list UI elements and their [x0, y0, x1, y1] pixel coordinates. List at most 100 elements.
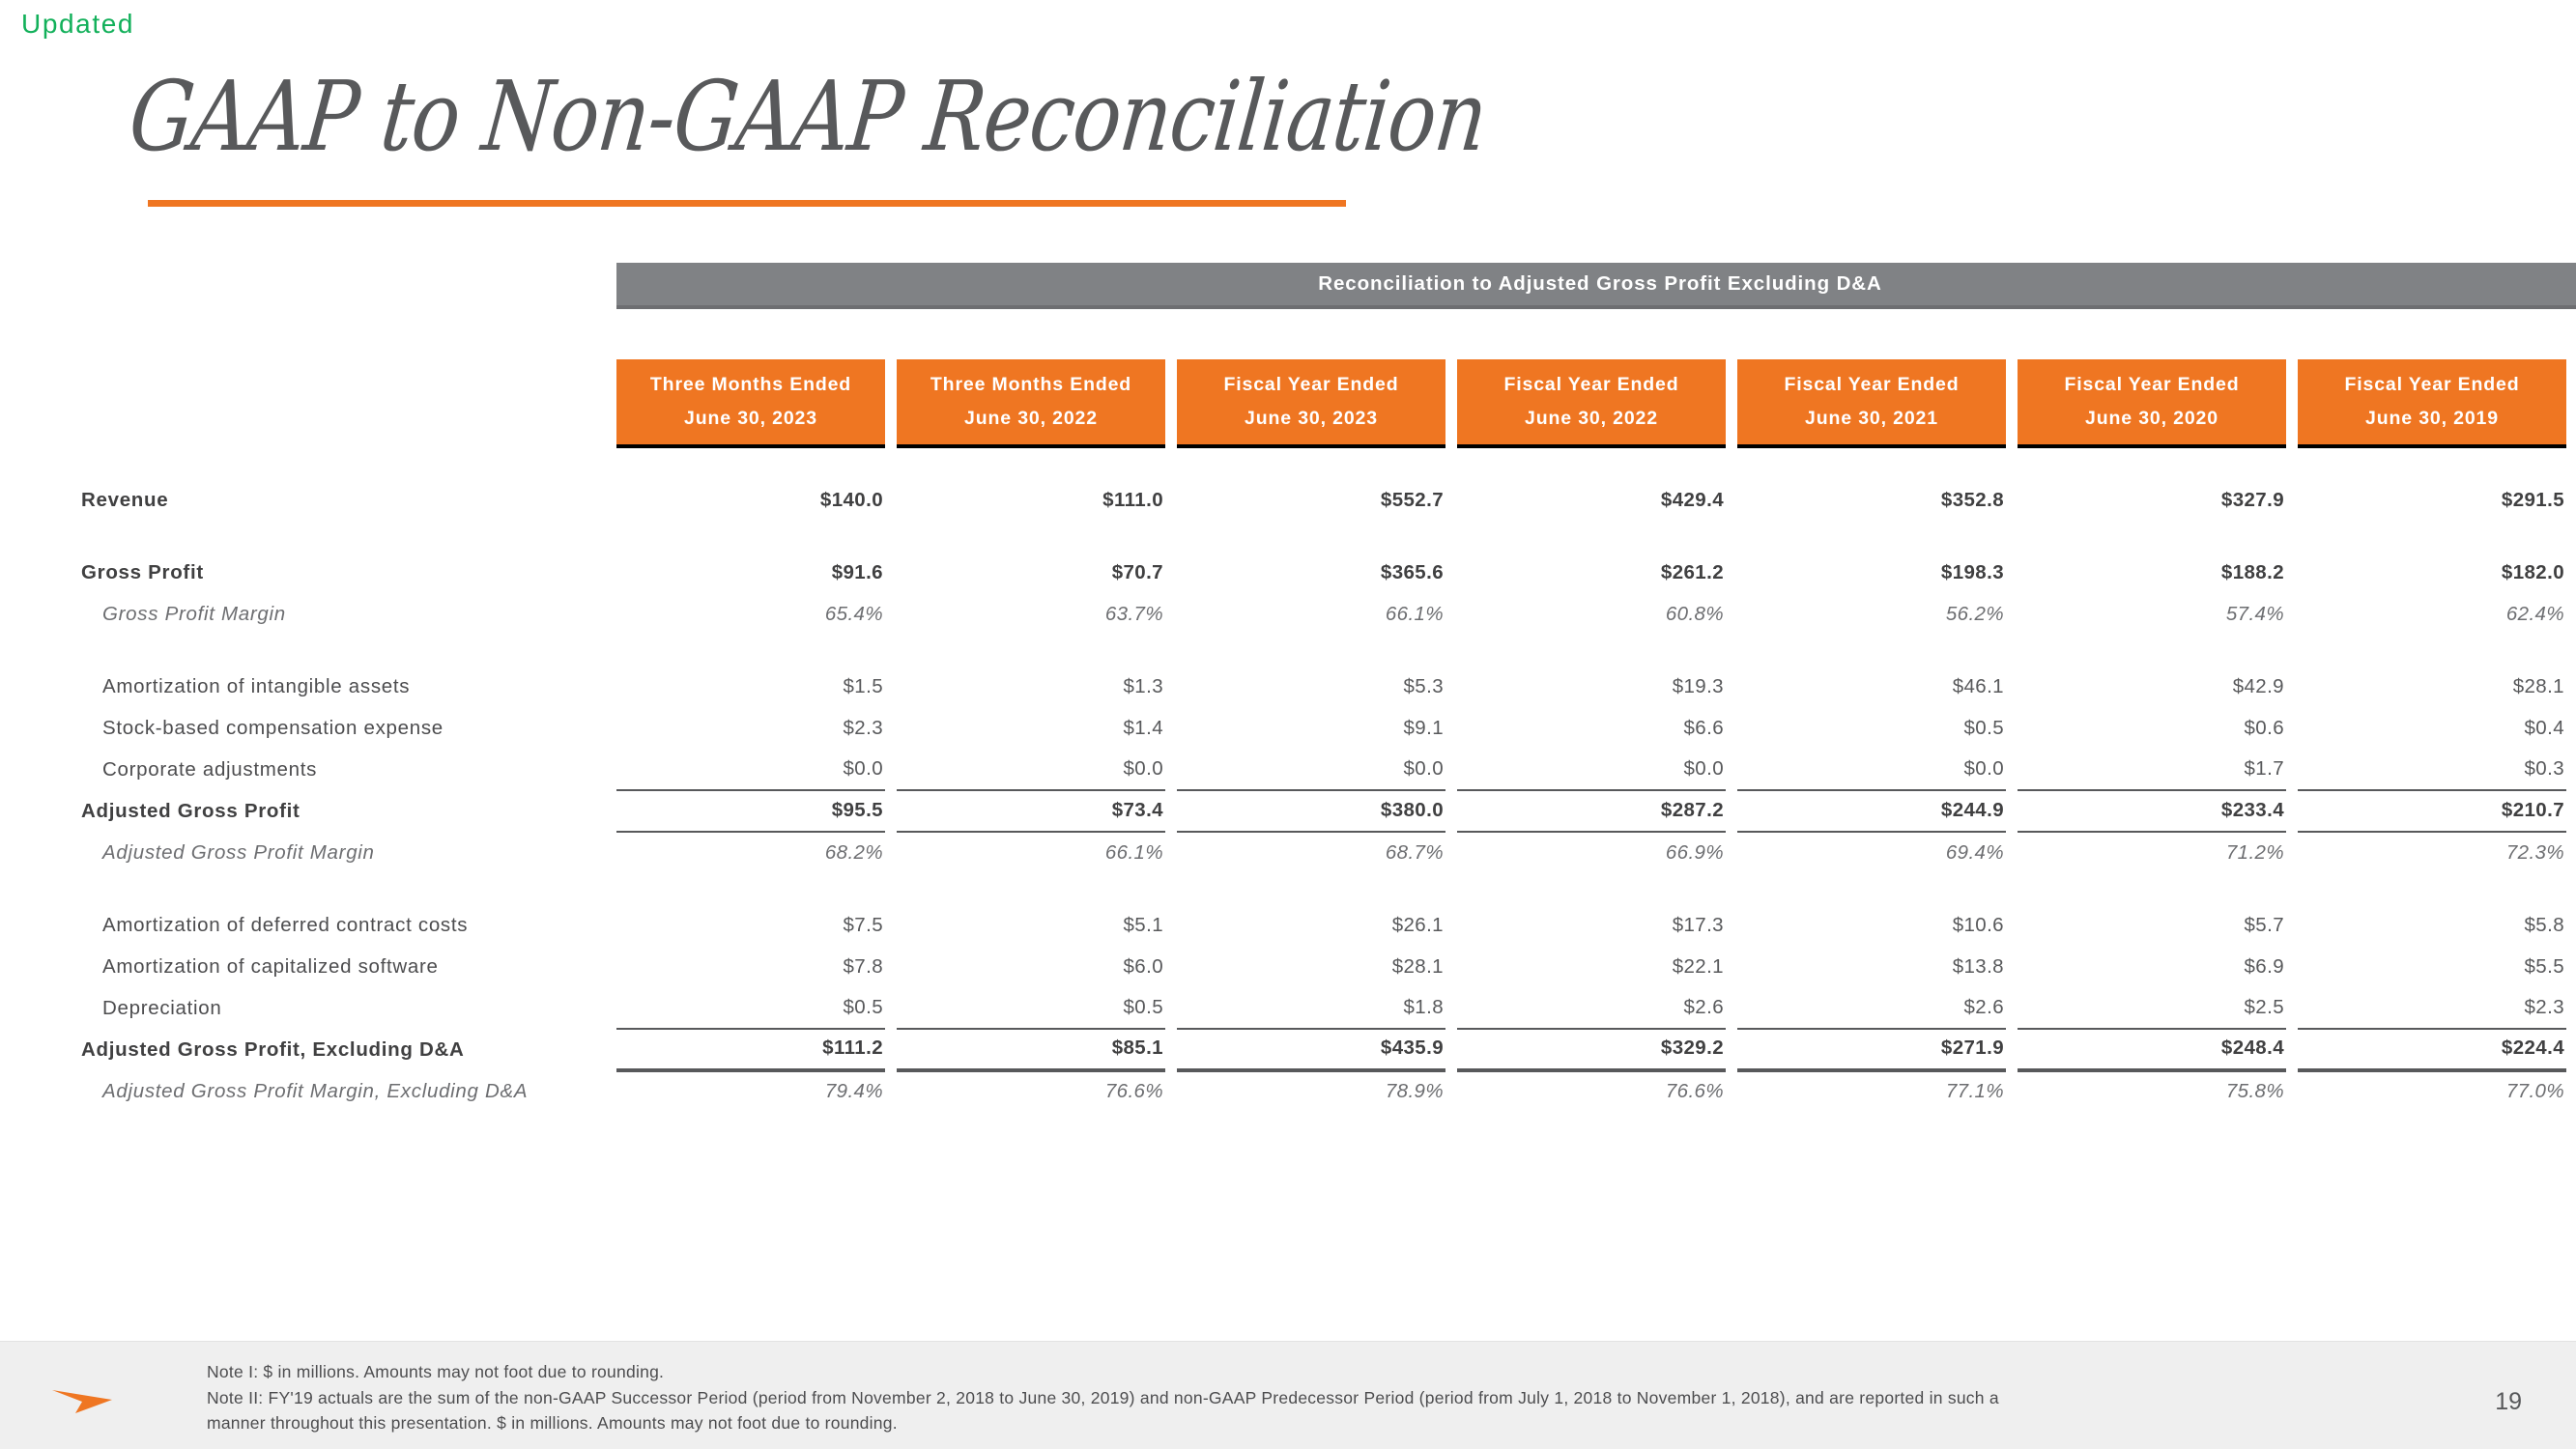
row-value: $7.8: [843, 955, 883, 978]
row-value: 66.9%: [1665, 841, 1724, 864]
row-value: $70.7: [1111, 561, 1163, 583]
row-value: $210.7: [2298, 789, 2566, 833]
table-body: Revenue $140.0 $111.0 $552.7 $429.4 $352…: [81, 479, 2576, 1112]
row-value: 68.7%: [1385, 841, 1444, 864]
reconciliation-table: Reconciliation to Adjusted Gross Profit …: [81, 263, 2576, 1112]
column-header-period: Three Months Ended: [930, 373, 1132, 395]
row-value: $0.0: [897, 748, 1165, 791]
column-header-date: June 30, 2021: [1805, 408, 1938, 429]
row-value: 72.3%: [2505, 841, 2564, 864]
row-label: Gross Profit Margin: [102, 602, 286, 625]
row-value: $435.9: [1177, 1027, 1445, 1072]
table-row-adjusted-gross-profit-excluding-da: Adjusted Gross Profit, Excluding D&A $11…: [81, 1027, 2576, 1072]
row-value: $85.1: [897, 1027, 1165, 1072]
row-value: $10.6: [1952, 914, 2004, 936]
page-number: 19: [2495, 1388, 2522, 1415]
table-row-gross-profit: Gross Profit $91.6 $70.7 $365.6 $261.2 $…: [81, 552, 2576, 593]
column-header-period: Fiscal Year Ended: [2064, 373, 2240, 395]
row-value: $91.6: [831, 561, 883, 583]
row-value: $1.8: [1177, 986, 1445, 1030]
row-value: $0.4: [2524, 717, 2564, 739]
row-value: $0.0: [616, 748, 885, 791]
row-value: $1.4: [1123, 717, 1163, 739]
row-value: $224.4: [2298, 1027, 2566, 1072]
column-header-2: Fiscal Year Ended June 30, 2023: [1177, 359, 1445, 448]
row-value: $6.0: [1123, 955, 1163, 978]
row-label: Adjusted Gross Profit Margin: [102, 840, 375, 864]
arrow-logo-icon: [52, 1390, 112, 1413]
row-value: $9.1: [1403, 717, 1444, 739]
row-value: 77.0%: [2505, 1080, 2564, 1102]
row-value: $0.5: [616, 986, 885, 1030]
table-row-gross-profit-margin: Gross Profit Margin 65.4% 63.7% 66.1% 60…: [81, 593, 2576, 635]
column-header-period: Fiscal Year Ended: [1503, 373, 1679, 395]
row-value: $248.4: [2018, 1027, 2286, 1072]
column-header-5: Fiscal Year Ended June 30, 2020: [2018, 359, 2286, 448]
row-value: $5.1: [1123, 914, 1163, 936]
row-value: 56.2%: [1945, 603, 2004, 625]
row-value: $7.5: [843, 914, 883, 936]
row-label: Depreciation: [102, 996, 222, 1019]
row-value: $429.4: [1660, 489, 1724, 511]
table-row-adjusted-gross-profit-margin: Adjusted Gross Profit Margin 68.2% 66.1%…: [81, 832, 2576, 873]
row-value: $188.2: [2220, 561, 2284, 583]
row-value: $380.0: [1177, 789, 1445, 833]
row-value: 66.1%: [1385, 603, 1444, 625]
row-value: $0.0: [1457, 748, 1726, 791]
row-label: Stock-based compensation expense: [102, 716, 444, 739]
column-header-1: Three Months Ended June 30, 2022: [897, 359, 1165, 448]
row-label: Adjusted Gross Profit Margin, Excluding …: [102, 1079, 529, 1102]
row-value: 77.1%: [1945, 1080, 2004, 1102]
table-banner-label: Reconciliation to Adjusted Gross Profit …: [1318, 272, 1882, 295]
column-header-0: Three Months Ended June 30, 2023: [616, 359, 885, 448]
column-header-6: Fiscal Year Ended June 30, 2019: [2298, 359, 2566, 448]
row-value: 66.1%: [1104, 841, 1163, 864]
column-header-3: Fiscal Year Ended June 30, 2022: [1457, 359, 1726, 448]
column-header-period: Fiscal Year Ended: [1784, 373, 1960, 395]
row-value: 71.2%: [2225, 841, 2284, 864]
row-value: $6.9: [2244, 955, 2284, 978]
row-value: 62.4%: [2505, 603, 2564, 625]
column-header-date: June 30, 2023: [684, 408, 817, 429]
row-value: $1.5: [843, 675, 883, 697]
row-label: Gross Profit: [81, 560, 204, 583]
row-value: 69.4%: [1945, 841, 2004, 864]
row-value: 68.2%: [824, 841, 883, 864]
row-value: $182.0: [2501, 561, 2564, 583]
slide: Updated GAAP to Non-GAAP Reconciliation …: [0, 0, 2576, 1449]
column-header-date: June 30, 2022: [1525, 408, 1658, 429]
row-value: $233.4: [2018, 789, 2286, 833]
footnote-2-line-1: Note II: FY'19 actuals are the sum of th…: [207, 1387, 1999, 1407]
row-value: 76.6%: [1665, 1080, 1724, 1102]
table-row-amortization-deferred-contract-costs: Amortization of deferred contract costs …: [81, 904, 2576, 946]
row-value: $2.5: [2018, 986, 2286, 1030]
table-row-amortization-capitalized-software: Amortization of capitalized software $7.…: [81, 946, 2576, 987]
column-header-period: Three Months Ended: [649, 373, 852, 395]
row-value: $327.9: [2220, 489, 2284, 511]
row-value: $73.4: [897, 789, 1165, 833]
table-row-adjusted-gross-profit-margin-excluding-da: Adjusted Gross Profit Margin, Excluding …: [81, 1070, 2576, 1112]
row-value: $5.5: [2524, 955, 2564, 978]
row-value: $42.9: [2232, 675, 2284, 697]
row-value: $0.0: [1177, 748, 1445, 791]
row-value: $19.3: [1672, 675, 1724, 697]
row-value: $5.7: [2244, 914, 2284, 936]
row-value: $5.8: [2524, 914, 2564, 936]
row-value: $552.7: [1380, 489, 1444, 511]
row-label: Revenue: [81, 488, 169, 511]
row-value: $0.5: [897, 986, 1165, 1030]
row-value: $287.2: [1457, 789, 1726, 833]
table-row-amortization-intangible-assets: Amortization of intangible assets $1.5 $…: [81, 666, 2576, 707]
row-value: 76.6%: [1104, 1080, 1163, 1102]
row-value: $26.1: [1391, 914, 1444, 936]
row-value: $111.0: [1102, 489, 1163, 511]
footnote-1: Note I: $ in millions. Amounts may not f…: [207, 1362, 665, 1381]
table-row-corporate-adjustments: Corporate adjustments $0.0 $0.0 $0.0 $0.…: [81, 748, 2576, 791]
row-value: 79.4%: [824, 1080, 883, 1102]
row-label: Adjusted Gross Profit: [81, 799, 301, 822]
row-value: $352.8: [1940, 489, 2004, 511]
table-row-adjusted-gross-profit: Adjusted Gross Profit $95.5 $73.4 $380.0…: [81, 789, 2576, 833]
row-value: $198.3: [1940, 561, 2004, 583]
row-value: 57.4%: [2225, 603, 2284, 625]
row-label: Amortization of capitalized software: [102, 954, 439, 978]
